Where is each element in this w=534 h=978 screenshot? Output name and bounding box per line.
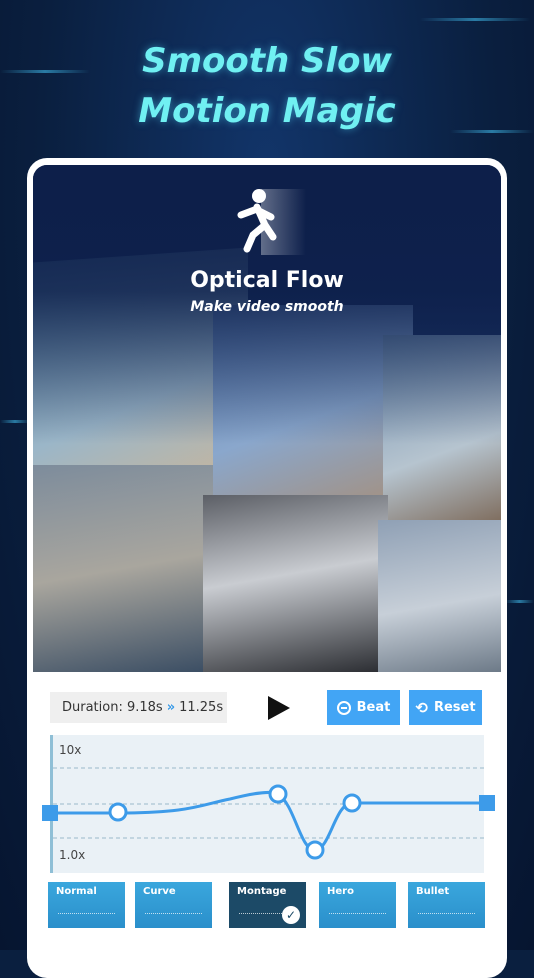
beat-button[interactable]: Beat — [327, 690, 400, 725]
duration-label: Duration: 9.18s — [62, 700, 163, 715]
preset-label: Montage — [237, 886, 287, 897]
preset-label: Hero — [327, 886, 354, 897]
preset-curve-preview — [58, 913, 115, 914]
play-button[interactable] — [268, 696, 290, 720]
preset-normal[interactable]: Normal — [48, 882, 125, 928]
reset-label: Reset — [433, 700, 476, 715]
curve-node-handle[interactable] — [342, 793, 362, 813]
curve-node-handle[interactable] — [305, 840, 325, 860]
preset-bullet[interactable]: Bullet — [408, 882, 485, 928]
feature-title: Optical Flow — [190, 268, 344, 293]
headline-line2: Motion Magic — [138, 91, 396, 131]
speed-curve-editor[interactable]: 10x 1.0x — [42, 735, 495, 873]
headline-line1: Smooth Slow — [142, 41, 392, 81]
curve-node-handle[interactable] — [108, 802, 128, 822]
preset-curve-preview — [145, 913, 202, 914]
endpoint-handle[interactable] — [42, 805, 58, 821]
duration-display: Duration: 9.18s » 11.25s — [50, 692, 227, 723]
light-streak — [420, 18, 530, 21]
preset-montage[interactable]: Montage ✓ — [229, 882, 306, 928]
arrow-icon: » — [166, 700, 176, 715]
reset-button[interactable]: ⟲ Reset — [409, 690, 482, 725]
speed-curve[interactable] — [42, 735, 495, 873]
beat-label: Beat — [356, 700, 391, 715]
curve-node-handle[interactable] — [268, 784, 288, 804]
preset-label: Normal — [56, 886, 97, 897]
preview-collage: Optical Flow Make video smooth — [33, 165, 501, 672]
endpoint-handle[interactable] — [479, 795, 495, 811]
minus-circle-icon — [336, 700, 351, 715]
preset-curve-preview — [418, 913, 475, 914]
running-person-icon — [237, 189, 306, 255]
curve-line — [50, 790, 487, 852]
light-streak — [505, 600, 534, 603]
light-streak — [0, 420, 30, 423]
feature-subtitle: Make video smooth — [190, 299, 344, 315]
preset-curve-preview — [329, 913, 386, 914]
preset-label: Bullet — [416, 886, 450, 897]
reset-icon: ⟲ — [415, 698, 428, 717]
new-duration: 11.25s — [179, 700, 224, 715]
preset-curve[interactable]: Curve — [135, 882, 212, 928]
preset-hero[interactable]: Hero — [319, 882, 396, 928]
preset-label: Curve — [143, 886, 176, 897]
check-icon: ✓ — [282, 906, 300, 924]
